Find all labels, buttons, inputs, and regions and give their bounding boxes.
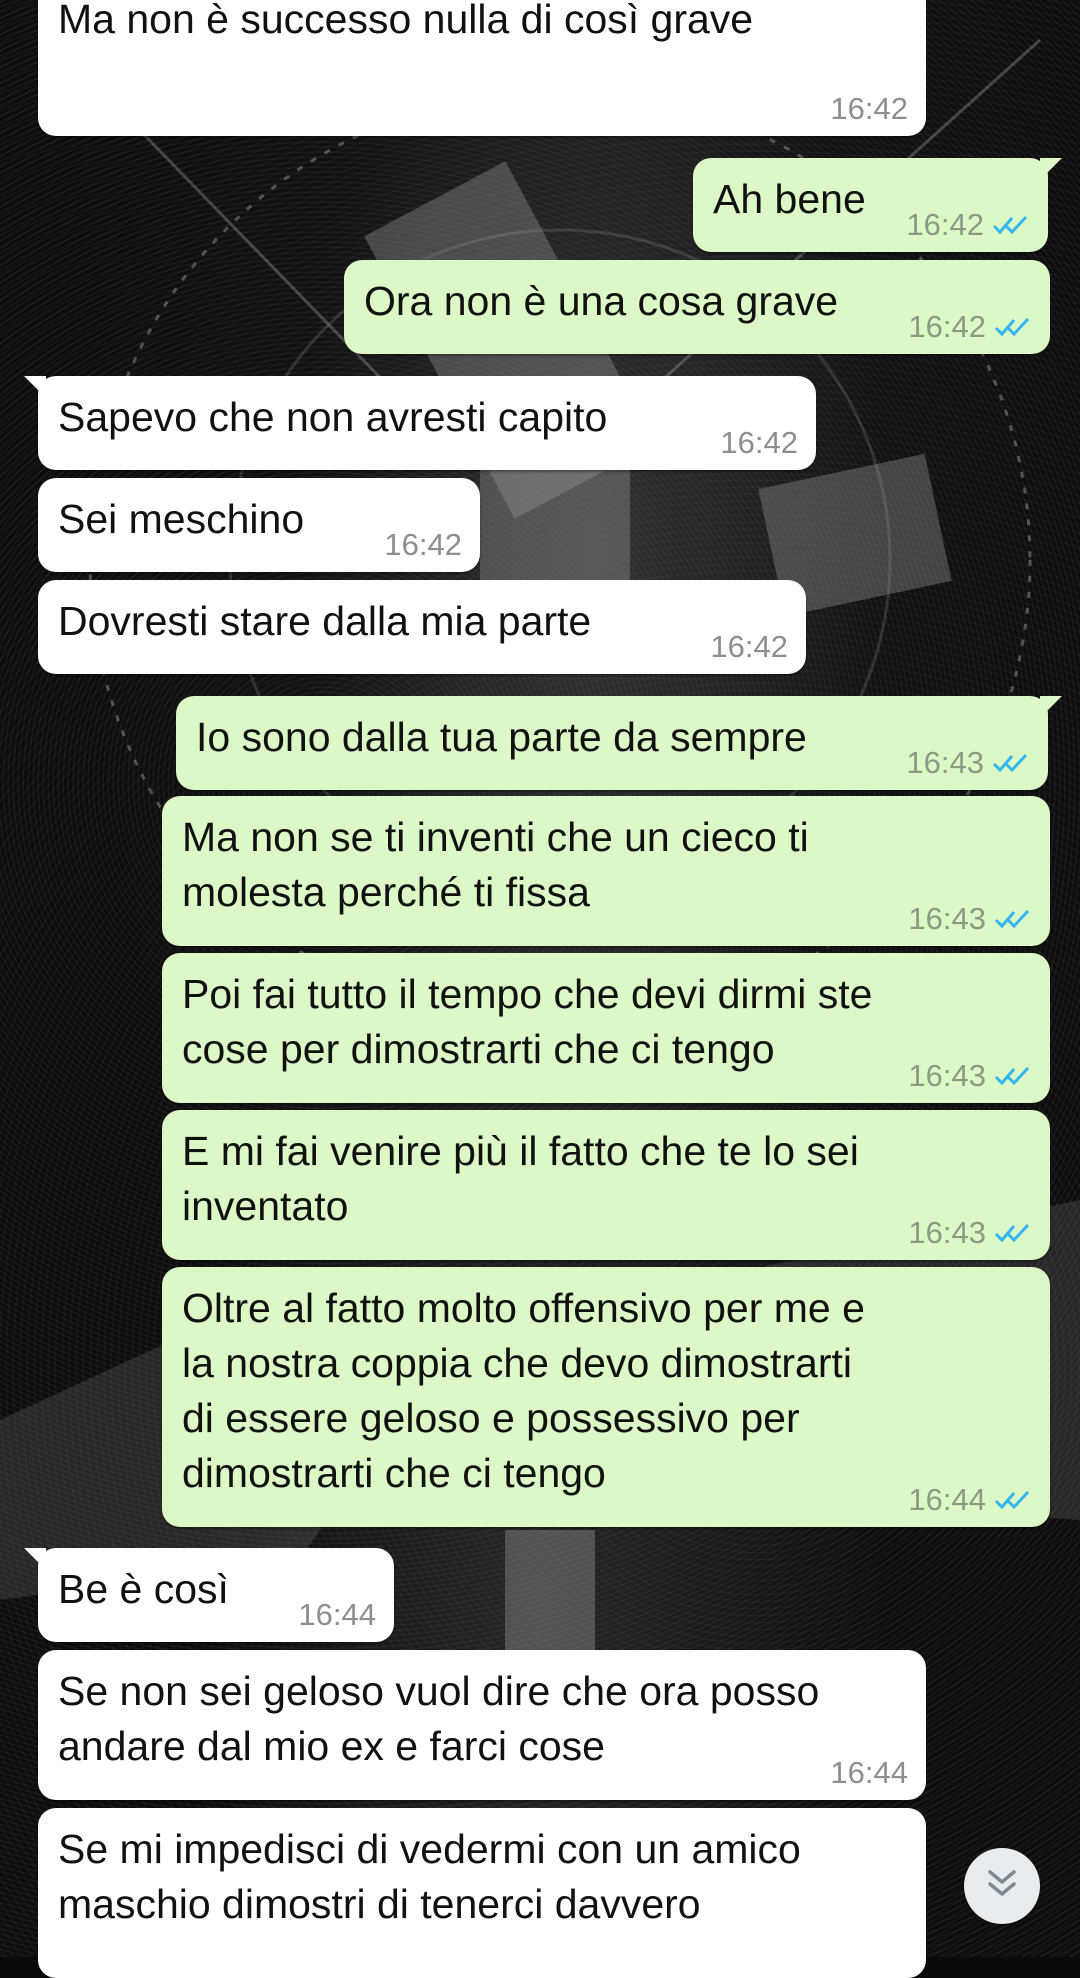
message-text: Sei meschino (58, 496, 305, 542)
message-meta: 16:42 (906, 208, 1030, 242)
message-meta: 16:42 (720, 426, 798, 460)
message-time: 16:42 (720, 425, 798, 460)
message-outgoing[interactable]: E mi fai venire più il fatto che te lo s… (162, 1110, 1050, 1260)
message-outgoing[interactable]: Ah bene 16:42 (693, 158, 1062, 252)
message-meta: 16:44 (908, 1483, 1032, 1517)
message-time: 16:42 (384, 527, 462, 562)
double-check-read-icon (992, 214, 1030, 236)
message-meta: 16:42 (908, 310, 1032, 344)
message-meta: 16:43 (908, 1216, 1032, 1250)
message-incoming[interactable]: Se non sei geloso vuol dire che ora poss… (38, 1650, 926, 1800)
message-text: Ma non se ti inventi che un cieco ti mol… (182, 814, 809, 915)
double-check-read-icon (994, 1065, 1032, 1087)
message-text: Ora non è una cosa grave (364, 278, 839, 324)
message-meta: 16:43 (908, 1059, 1032, 1093)
message-incoming[interactable]: Se mi impedisci di vedermi con un amico … (38, 1808, 926, 1978)
message-text: Oltre al fatto molto offensivo per me e … (182, 1285, 865, 1496)
double-check-read-icon (994, 1222, 1032, 1244)
message-text: Sapevo che non avresti capito (58, 394, 608, 440)
message-time: 16:43 (908, 1058, 986, 1093)
double-chevron-down-icon (984, 1868, 1020, 1905)
message-outgoing[interactable]: Poi fai tutto il tempo che devi dirmi st… (162, 953, 1050, 1103)
message-outgoing[interactable]: Ora non è una cosa grave 16:42 (344, 260, 1050, 354)
message-incoming[interactable]: Be è così 16:44 (24, 1548, 394, 1642)
double-check-read-icon (994, 908, 1032, 930)
message-time: 16:43 (906, 745, 984, 780)
message-time: 16:44 (830, 1755, 908, 1790)
message-meta: 16:43 (906, 746, 1030, 780)
message-time: 16:44 (298, 1597, 376, 1632)
message-text: E mi fai venire più il fatto che te lo s… (182, 1128, 859, 1229)
message-incoming[interactable]: Dovresti stare dalla mia parte 16:42 (38, 580, 806, 674)
message-outgoing[interactable]: Io sono dalla tua parte da sempre 16:43 (176, 696, 1062, 790)
message-text: Ma non è successo nulla di così grave (58, 0, 754, 42)
message-time: 16:43 (908, 901, 986, 936)
message-meta: 16:44 (830, 1756, 908, 1790)
message-incoming[interactable]: Ma non è successo nulla di così grave 16… (38, 0, 926, 136)
bubble-tail (24, 1548, 46, 1570)
message-text: Io sono dalla tua parte da sempre (196, 714, 807, 760)
message-meta: 16:44 (298, 1598, 376, 1632)
message-incoming[interactable]: Sei meschino 16:42 (38, 478, 480, 572)
message-text: Se non sei geloso vuol dire che ora poss… (58, 1668, 820, 1769)
message-meta: 16:42 (830, 92, 908, 126)
message-time: 16:42 (906, 207, 984, 242)
message-time: 16:42 (710, 629, 788, 664)
message-text: Ah bene (713, 176, 866, 222)
message-time: 16:42 (908, 309, 986, 344)
message-text: Se mi impedisci di vedermi con un amico … (58, 1826, 801, 1927)
message-meta: 16:43 (908, 902, 1032, 936)
message-meta: 16:42 (710, 630, 788, 664)
message-text: Poi fai tutto il tempo che devi dirmi st… (182, 971, 873, 1072)
double-check-read-icon (992, 752, 1030, 774)
message-incoming[interactable]: Sapevo che non avresti capito 16:42 (24, 376, 816, 470)
double-check-read-icon (994, 316, 1032, 338)
message-outgoing[interactable]: Ma non se ti inventi che un cieco ti mol… (162, 796, 1050, 946)
message-text: Dovresti stare dalla mia parte (58, 598, 592, 644)
bubble-tail (1040, 696, 1062, 718)
scroll-to-bottom-button[interactable] (964, 1848, 1040, 1924)
message-text: Be è così (58, 1566, 229, 1612)
message-meta: 16:42 (384, 528, 462, 562)
bubble-tail (24, 376, 46, 398)
message-time: 16:44 (908, 1482, 986, 1517)
message-time: 16:43 (908, 1215, 986, 1250)
bubble-tail (1040, 158, 1062, 180)
message-time: 16:42 (830, 91, 908, 126)
double-check-read-icon (994, 1489, 1032, 1511)
message-outgoing[interactable]: Oltre al fatto molto offensivo per me e … (162, 1267, 1050, 1527)
